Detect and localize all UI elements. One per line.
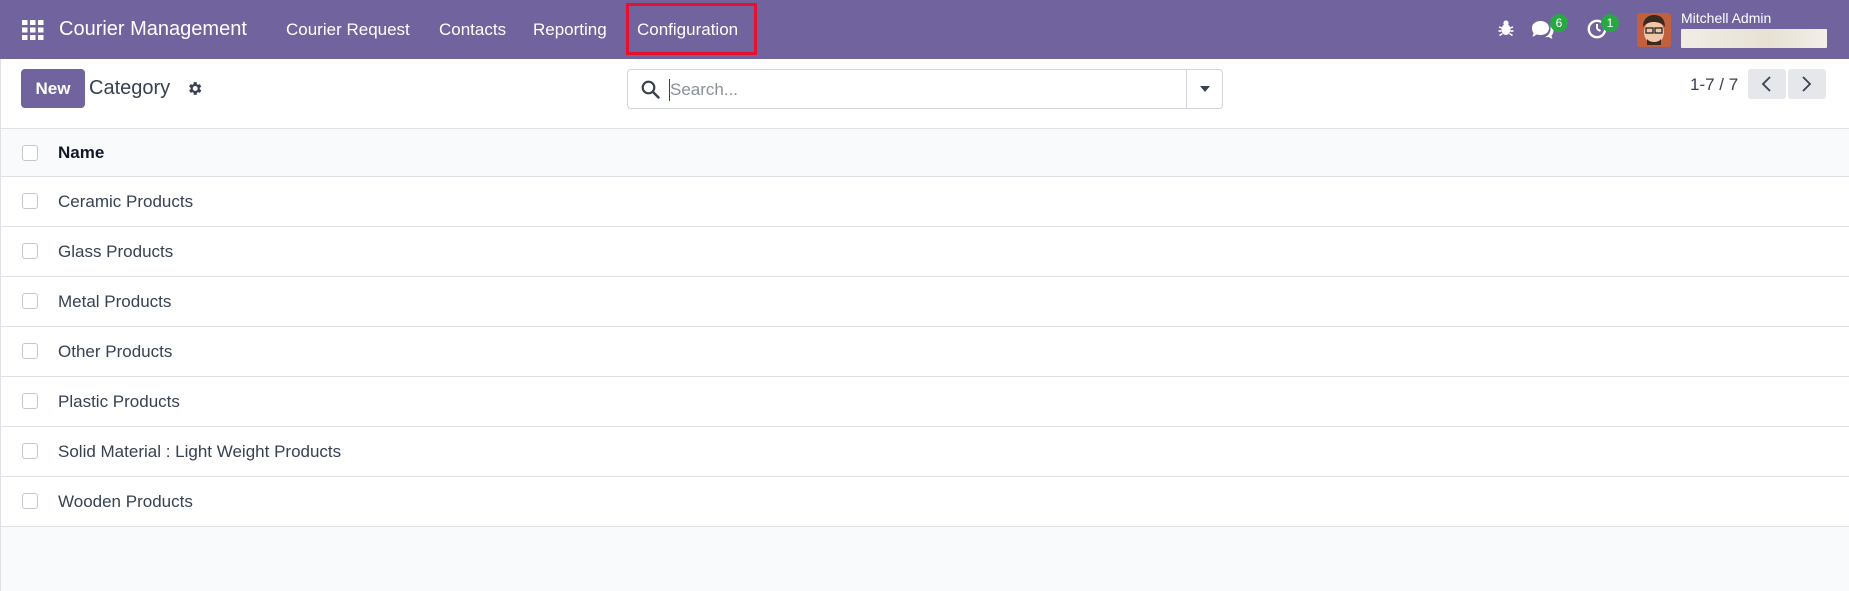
row-checkbox[interactable] [22, 493, 38, 509]
table-row[interactable]: Ceramic Products [0, 177, 1849, 227]
activities-count-badge: 1 [1601, 14, 1619, 32]
pager-next-button[interactable] [1788, 69, 1826, 99]
menu-reporting[interactable]: Reporting [533, 0, 607, 59]
search-options-toggle[interactable] [1186, 70, 1222, 108]
row-checkbox[interactable] [22, 343, 38, 359]
table-row[interactable]: Glass Products [0, 227, 1849, 277]
table-row[interactable]: Metal Products [0, 277, 1849, 327]
configuration-highlight-box [626, 3, 757, 55]
search-bar [627, 69, 1223, 109]
row-checkbox[interactable] [22, 243, 38, 259]
bug-icon[interactable] [1498, 19, 1514, 42]
chevron-left-icon [1761, 76, 1771, 92]
top-navbar: Courier Management Courier Request Conta… [0, 0, 1849, 59]
column-header-name[interactable]: Name [58, 143, 104, 163]
row-checkbox[interactable] [22, 393, 38, 409]
row-name[interactable]: Other Products [58, 342, 172, 362]
row-checkbox[interactable] [22, 443, 38, 459]
app-brand[interactable]: Courier Management [59, 0, 247, 59]
apps-grid-icon[interactable] [22, 20, 44, 40]
page-left-border [0, 59, 1, 591]
table-row[interactable]: Solid Material : Light Weight Products [0, 427, 1849, 477]
gear-icon[interactable] [186, 80, 203, 97]
list-header: Name [0, 129, 1849, 177]
row-name[interactable]: Solid Material : Light Weight Products [58, 442, 341, 462]
messages-count-badge: 6 [1550, 14, 1568, 32]
table-row[interactable]: Other Products [0, 327, 1849, 377]
row-name[interactable]: Ceramic Products [58, 192, 193, 212]
table-row[interactable]: Plastic Products [0, 377, 1849, 427]
database-name-redacted [1681, 29, 1827, 48]
row-name[interactable]: Glass Products [58, 242, 173, 262]
pager-previous-button[interactable] [1748, 69, 1786, 99]
row-name[interactable]: Wooden Products [58, 492, 193, 512]
new-button[interactable]: New [21, 69, 85, 108]
row-name[interactable]: Metal Products [58, 292, 171, 312]
user-name[interactable]: Mitchell Admin [1681, 10, 1771, 26]
chevron-right-icon [1802, 76, 1812, 92]
search-input[interactable] [670, 78, 1170, 102]
table-row[interactable]: Wooden Products [0, 477, 1849, 527]
breadcrumb-category: Category [89, 77, 171, 99]
row-checkbox[interactable] [22, 193, 38, 209]
row-checkbox[interactable] [22, 293, 38, 309]
menu-courier-request[interactable]: Courier Request [286, 0, 410, 59]
control-panel: New Category 1-7 / 7 [0, 59, 1849, 129]
category-list: Name Ceramic Products Glass Products Met… [0, 129, 1849, 527]
pager-value[interactable]: 1-7 / 7 [1690, 75, 1738, 95]
select-all-checkbox[interactable] [22, 145, 38, 161]
row-name[interactable]: Plastic Products [58, 392, 180, 412]
search-icon [641, 80, 660, 99]
menu-contacts[interactable]: Contacts [439, 0, 506, 59]
user-avatar[interactable] [1637, 13, 1671, 47]
